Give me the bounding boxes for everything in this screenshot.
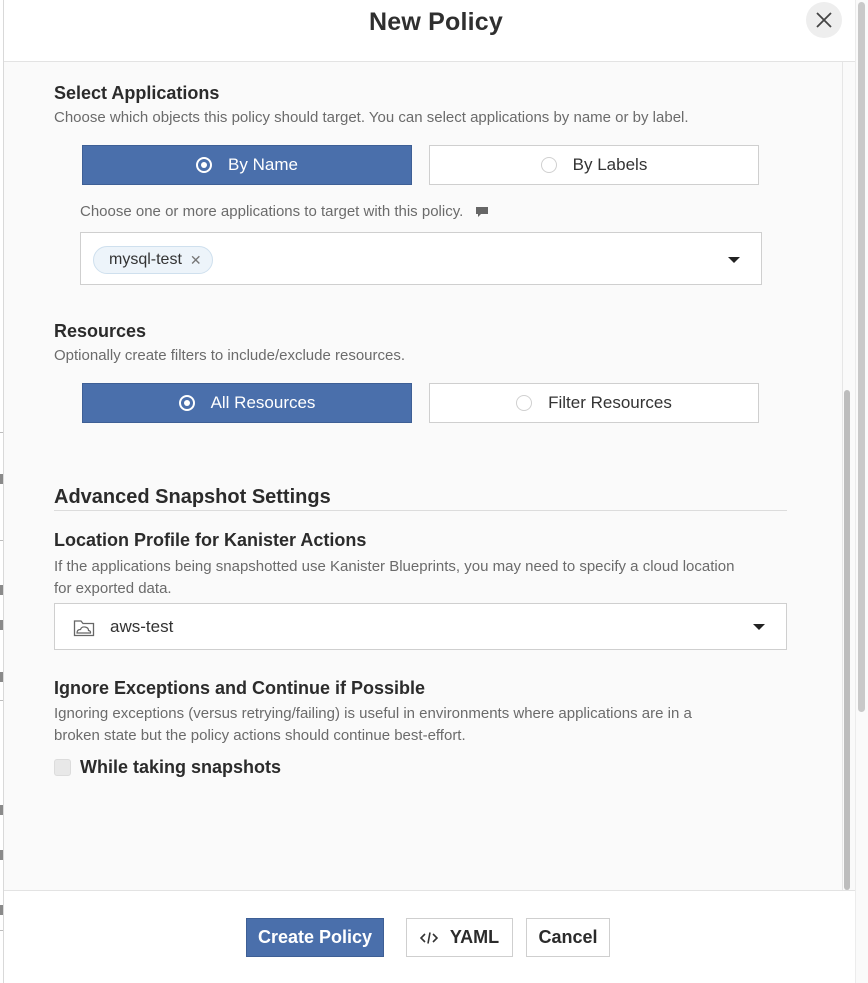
- chevron-down-icon[interactable]: [728, 257, 740, 263]
- app-chip: mysql-test ✕: [93, 246, 213, 274]
- cancel-button[interactable]: Cancel: [526, 918, 610, 957]
- chevron-down-icon[interactable]: [753, 624, 765, 630]
- background-divider: [0, 540, 3, 541]
- background-glyph: [0, 474, 3, 484]
- yaml-label: YAML: [449, 927, 500, 947]
- while-taking-snapshots-checkbox[interactable]: [54, 759, 71, 776]
- modal-footer: Create Policy YAML Cancel: [4, 890, 868, 983]
- background-glyph: [0, 905, 3, 915]
- ignore-exceptions-description-line1: Ignoring exceptions (versus retrying/fai…: [54, 705, 692, 722]
- filter-resources-option[interactable]: Filter Resources: [429, 383, 759, 423]
- new-policy-modal: New Policy Select Applications Choose wh…: [4, 0, 868, 983]
- location-profile-title: Location Profile for Kanister Actions: [54, 530, 367, 550]
- background-divider: [0, 700, 3, 701]
- advanced-settings-title: Advanced Snapshot Settings: [54, 486, 331, 508]
- page-scrollbar-thumb[interactable]: [858, 2, 865, 712]
- comment-icon[interactable]: [475, 206, 489, 218]
- by-labels-label: By Labels: [572, 155, 648, 174]
- location-profile-description-line2: for exported data.: [54, 580, 172, 597]
- background-glyph: [0, 850, 3, 860]
- modal-scrollbar-thumb[interactable]: [844, 390, 850, 890]
- section-divider: [54, 510, 787, 511]
- applications-select[interactable]: mysql-test ✕: [80, 232, 762, 285]
- by-labels-option[interactable]: By Labels: [429, 145, 759, 185]
- filter-resources-label: Filter Resources: [548, 393, 672, 412]
- background-glyph: [0, 805, 3, 815]
- applications-hint: Choose one or more applications to targe…: [80, 203, 489, 220]
- radio-unselected-icon: [540, 157, 557, 173]
- folder-cloud-icon: [73, 620, 95, 637]
- ignore-exceptions-description-line2: broken state but the policy actions shou…: [54, 727, 466, 744]
- location-profile-value: aws-test: [110, 617, 174, 636]
- background-glyph: [0, 620, 3, 630]
- location-profile-select[interactable]: aws-test: [54, 603, 787, 650]
- by-name-option[interactable]: By Name: [82, 145, 412, 185]
- code-icon: [419, 931, 438, 944]
- radio-selected-icon: [178, 395, 195, 411]
- background-divider: [0, 930, 3, 931]
- modal-title: New Policy: [369, 8, 503, 36]
- all-resources-option[interactable]: All Resources: [82, 383, 412, 423]
- applications-hint-text: Choose one or more applications to targe…: [80, 203, 464, 220]
- resources-description: Optionally create filters to include/exc…: [54, 347, 406, 364]
- app-chip-label: mysql-test: [109, 251, 182, 268]
- background-divider: [0, 432, 3, 433]
- select-applications-description: Choose which objects this policy should …: [54, 109, 689, 126]
- while-taking-snapshots-label[interactable]: While taking snapshots: [80, 757, 281, 778]
- remove-chip-icon[interactable]: ✕: [190, 252, 202, 269]
- background-glyph: [0, 672, 3, 682]
- by-name-label: By Name: [228, 155, 298, 174]
- modal-header: New Policy: [4, 0, 868, 62]
- resources-title: Resources: [54, 321, 147, 341]
- ignore-exceptions-title: Ignore Exceptions and Continue if Possib…: [54, 678, 426, 698]
- radio-selected-icon: [196, 157, 213, 173]
- background-glyph: [0, 585, 3, 595]
- radio-unselected-icon: [516, 395, 533, 411]
- close-icon: [816, 12, 832, 28]
- close-button[interactable]: [806, 2, 842, 38]
- all-resources-label: All Resources: [210, 393, 316, 412]
- select-applications-title: Select Applications: [54, 83, 220, 103]
- create-policy-button[interactable]: Create Policy: [246, 918, 384, 957]
- yaml-button[interactable]: YAML: [406, 918, 513, 957]
- location-profile-description-line1: If the applications being snapshotted us…: [54, 558, 735, 575]
